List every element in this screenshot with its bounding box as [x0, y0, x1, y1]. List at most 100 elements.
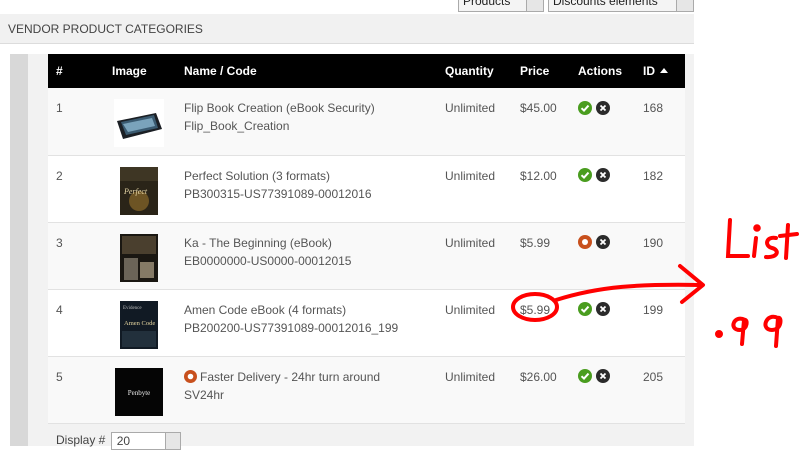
display-count-label: Display #	[56, 433, 106, 448]
product-thumbnail-tablet[interactable]	[114, 99, 164, 147]
row-id: 168	[635, 88, 685, 156]
products-filter-label: Products	[463, 0, 511, 8]
column-header-actions: Actions	[570, 54, 635, 88]
chevron-down-icon[interactable]	[164, 433, 180, 449]
chevron-down-icon[interactable]	[676, 0, 693, 11]
row-image-cell: Perfect	[104, 155, 176, 223]
product-thumbnail-ka[interactable]	[120, 233, 158, 282]
published-check-icon[interactable]	[578, 369, 592, 384]
product-name-link[interactable]: Amen Code eBook (4 formats)	[184, 303, 346, 317]
product-thumbnail-amen[interactable]: Evidence Amen Code	[120, 300, 158, 349]
row-image-cell: Evidence Amen Code	[104, 289, 176, 357]
row-actions	[570, 222, 635, 290]
table-row: 2 Perfect Perfect Solution (3 formats) P…	[48, 155, 685, 223]
product-name-link[interactable]: Faster Delivery - 24hr turn around	[200, 370, 380, 384]
delete-x-icon[interactable]	[596, 168, 610, 183]
book-cover-top-text: Evidence	[123, 306, 142, 311]
row-id: 182	[635, 155, 685, 223]
delete-x-icon[interactable]	[596, 235, 610, 250]
delete-x-icon[interactable]	[596, 100, 610, 115]
table-row: 3 Ka - The Beginning (eBook) EB0000000-U…	[48, 222, 685, 290]
row-number: 1	[48, 88, 104, 156]
penbyte-logo-image: Penbyte	[115, 367, 163, 416]
row-actions	[570, 155, 635, 223]
table-row: 5 Penbyte Faster Delivery - 24hr turn ar…	[48, 356, 685, 424]
row-quantity: Unlimited	[437, 222, 512, 290]
discounts-filter-select[interactable]: Discounts elements	[548, 0, 694, 12]
published-check-icon[interactable]	[578, 168, 592, 183]
row-price: $5.99	[512, 222, 570, 290]
panel-title: VENDOR PRODUCT CATEGORIES	[0, 14, 694, 44]
row-price: $12.00	[512, 155, 570, 223]
ninety-nine-mark	[715, 314, 783, 348]
product-code: EB0000000-US0000-00012015	[184, 253, 352, 268]
penbyte-logo-text: Penbyte	[128, 389, 151, 397]
published-check-icon[interactable]	[578, 100, 592, 115]
row-actions	[570, 289, 635, 357]
book-cover-title: Perfect	[123, 187, 148, 196]
left-indent-bar	[10, 54, 28, 446]
row-name-cell: Flip Book Creation (eBook Security) Flip…	[176, 88, 437, 156]
row-name-cell: Perfect Solution (3 formats) PB300315-US…	[176, 155, 437, 223]
column-header-id[interactable]: ID	[635, 54, 685, 88]
row-quantity: Unlimited	[437, 155, 512, 223]
product-code: PB200200-US77391089-00012016_199	[184, 320, 399, 335]
row-actions	[570, 88, 635, 156]
table-row: 4 Evidence Amen Code Amen Code eBook (4 …	[48, 289, 685, 357]
row-image-cell: Penbyte	[104, 356, 176, 424]
row-id: 205	[635, 356, 685, 424]
row-number: 5	[48, 356, 104, 424]
column-header-image: Image	[104, 54, 176, 88]
published-check-icon[interactable]	[578, 302, 592, 317]
display-count-select[interactable]: 20	[110, 432, 181, 450]
row-name-cell: Faster Delivery - 24hr turn around SV24h…	[176, 356, 437, 424]
row-price: $5.99	[512, 289, 570, 357]
row-quantity: Unlimited	[437, 88, 512, 156]
row-price: $45.00	[512, 88, 570, 156]
chevron-down-icon[interactable]	[526, 0, 543, 11]
products-filter-select[interactable]: Products	[458, 0, 544, 12]
product-name-link[interactable]: Perfect Solution (3 formats)	[184, 169, 330, 183]
row-price: $26.00	[512, 356, 570, 424]
column-header-price[interactable]: Price	[512, 54, 570, 88]
row-number: 2	[48, 155, 104, 223]
row-quantity: Unlimited	[437, 356, 512, 424]
column-header-name[interactable]: Name / Code	[176, 54, 437, 88]
discounts-filter-label: Discounts elements	[553, 0, 658, 8]
row-quantity: Unlimited	[437, 289, 512, 357]
list-word	[725, 218, 799, 260]
delete-x-icon[interactable]	[596, 302, 610, 317]
product-name-link[interactable]: Flip Book Creation (eBook Security)	[184, 101, 375, 115]
row-image-cell	[104, 88, 176, 156]
product-table: # Image Name / Code Quantity Price Actio…	[48, 54, 685, 424]
pagination-footer: Display # 20	[56, 432, 181, 450]
product-name-link[interactable]: Ka - The Beginning (eBook)	[184, 236, 332, 250]
product-code: PB300315-US77391089-00012016	[184, 186, 372, 201]
sort-ascending-icon	[660, 68, 668, 73]
ka-book-cover-image	[120, 233, 158, 282]
column-header-quantity[interactable]: Quantity	[437, 54, 512, 88]
product-thumbnail-penbyte[interactable]: Penbyte	[115, 367, 163, 416]
unpublished-radio-icon[interactable]	[578, 235, 592, 250]
row-number: 4	[48, 289, 104, 357]
delete-x-icon[interactable]	[596, 369, 610, 384]
book-cover-image: Perfect	[120, 166, 158, 215]
tablet-image	[114, 99, 164, 147]
row-id: 199	[635, 289, 685, 357]
service-radio-icon	[184, 369, 197, 383]
table-header-row: # Image Name / Code Quantity Price Actio…	[48, 54, 685, 88]
product-code: Flip_Book_Creation	[184, 119, 290, 133]
row-image-cell	[104, 222, 176, 290]
row-id: 190	[635, 222, 685, 290]
column-header-num[interactable]: #	[48, 54, 104, 88]
row-name-cell: Ka - The Beginning (eBook) EB0000000-US0…	[176, 222, 437, 290]
amen-book-cover-image: Evidence Amen Code	[120, 300, 158, 349]
table-row: 1 Flip Book Creation (eBook Security) Fl…	[48, 88, 685, 156]
book-cover-title: Amen Code	[124, 320, 155, 327]
row-actions	[570, 356, 635, 424]
column-header-id-label: ID	[643, 64, 655, 78]
product-thumbnail-book[interactable]: Perfect	[120, 166, 158, 215]
row-name-cell: Amen Code eBook (4 formats) PB200200-US7…	[176, 289, 437, 357]
row-number: 3	[48, 222, 104, 290]
product-code: SV24hr	[184, 387, 225, 402]
